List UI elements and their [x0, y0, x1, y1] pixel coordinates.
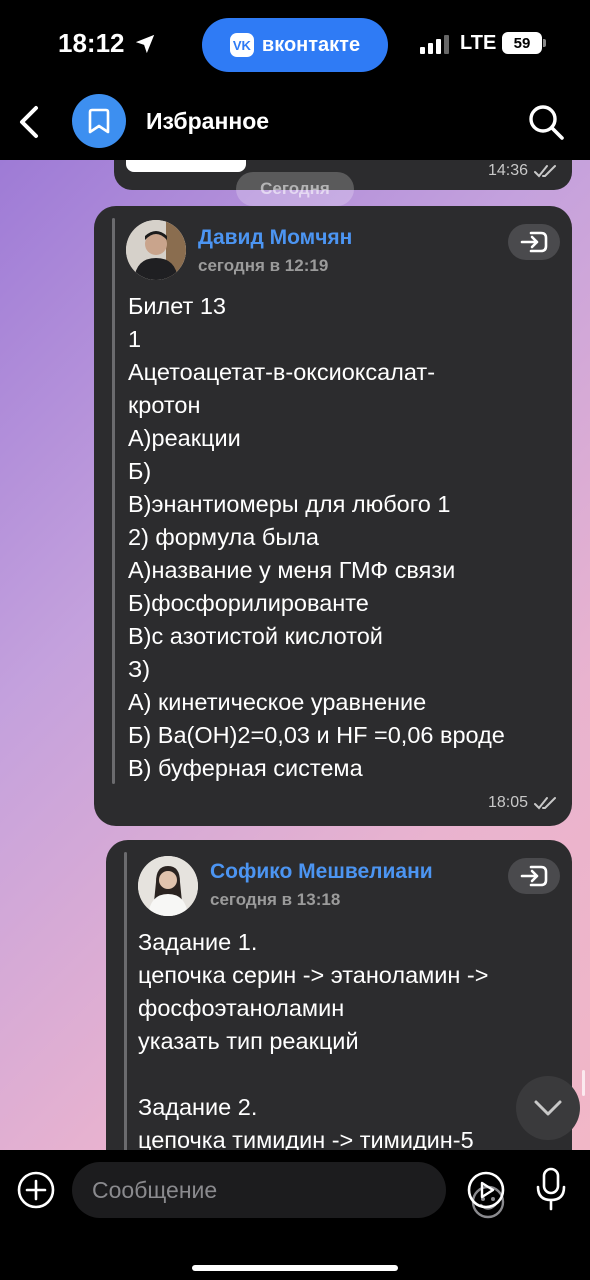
chat-title[interactable]: Избранное — [146, 108, 269, 135]
message-input-wrapper[interactable] — [72, 1162, 505, 1219]
network-type: LTE — [460, 32, 497, 54]
search-icon[interactable] — [526, 102, 566, 142]
avatar[interactable] — [126, 220, 186, 280]
vk-app-pill[interactable]: VK вконтакте — [202, 18, 388, 72]
video-message-icon[interactable] — [466, 1170, 506, 1210]
location-arrow-icon — [135, 34, 155, 54]
forward-button[interactable] — [508, 224, 560, 260]
chat-header: Избранное — [0, 90, 590, 160]
forwarded-sender-name[interactable]: Давид Момчян — [198, 226, 352, 250]
message-time: 18:05 — [487, 794, 528, 811]
back-chevron-icon[interactable] — [14, 102, 44, 142]
forward-button[interactable] — [508, 858, 560, 894]
message-composer — [0, 1150, 590, 1280]
sender-photo — [138, 856, 198, 916]
home-indicator[interactable] — [192, 1265, 398, 1271]
forward-quote-bar — [124, 852, 127, 1150]
chat-avatar[interactable] — [72, 94, 126, 148]
message-text: Задание 1. цепочка серин -> этаноламин -… — [138, 929, 489, 1150]
chat-area[interactable]: 14:36 Сегодня Давид Момчян сегодня в 12:… — [0, 160, 590, 1150]
signal-strength-icon — [420, 34, 449, 54]
chevron-down-icon — [534, 1100, 562, 1116]
avatar[interactable] — [138, 856, 198, 916]
previous-message-meta: 14:36 — [488, 162, 558, 180]
double-check-icon — [534, 165, 556, 178]
forwarded-sender-name[interactable]: Софико Мешвелиани — [210, 860, 433, 884]
scroll-down-button[interactable] — [516, 1076, 580, 1140]
vk-logo-icon: VK — [229, 33, 254, 57]
forwarded-date: сегодня в 13:18 — [210, 890, 341, 909]
bookmark-icon — [88, 108, 110, 134]
message-text: Билет 13 1 Ацетоацетат-в-оксиоксалат- кр… — [128, 293, 505, 781]
battery-indicator: 59 — [502, 32, 546, 54]
date-divider: Сегодня — [236, 172, 354, 206]
message-input[interactable] — [92, 1176, 382, 1204]
vk-pill-label: вконтакте — [261, 33, 361, 56]
status-time: 18:12 — [58, 28, 125, 58]
message-meta: 18:05 — [488, 794, 558, 812]
message-time: 14:36 — [487, 162, 528, 179]
message-bubble[interactable]: Софико Мешвелиани сегодня в 13:18 Задани… — [106, 840, 572, 1150]
plus-icon[interactable] — [16, 1170, 56, 1210]
microphone-icon[interactable] — [534, 1166, 568, 1212]
sender-photo — [126, 220, 186, 280]
forwarded-date: сегодня в 12:19 — [198, 256, 329, 275]
forward-quote-bar — [112, 218, 115, 784]
forward-icon — [520, 231, 548, 253]
status-bar: 18:12 VK вконтакте LTE 59 — [0, 0, 590, 90]
forward-icon — [520, 865, 548, 887]
double-check-icon — [534, 797, 556, 810]
scrollbar[interactable] — [582, 1070, 585, 1096]
message-bubble[interactable]: Давид Момчян сегодня в 12:19 Билет 13 1 … — [94, 206, 572, 826]
previous-message-thumbnail[interactable] — [126, 160, 246, 172]
